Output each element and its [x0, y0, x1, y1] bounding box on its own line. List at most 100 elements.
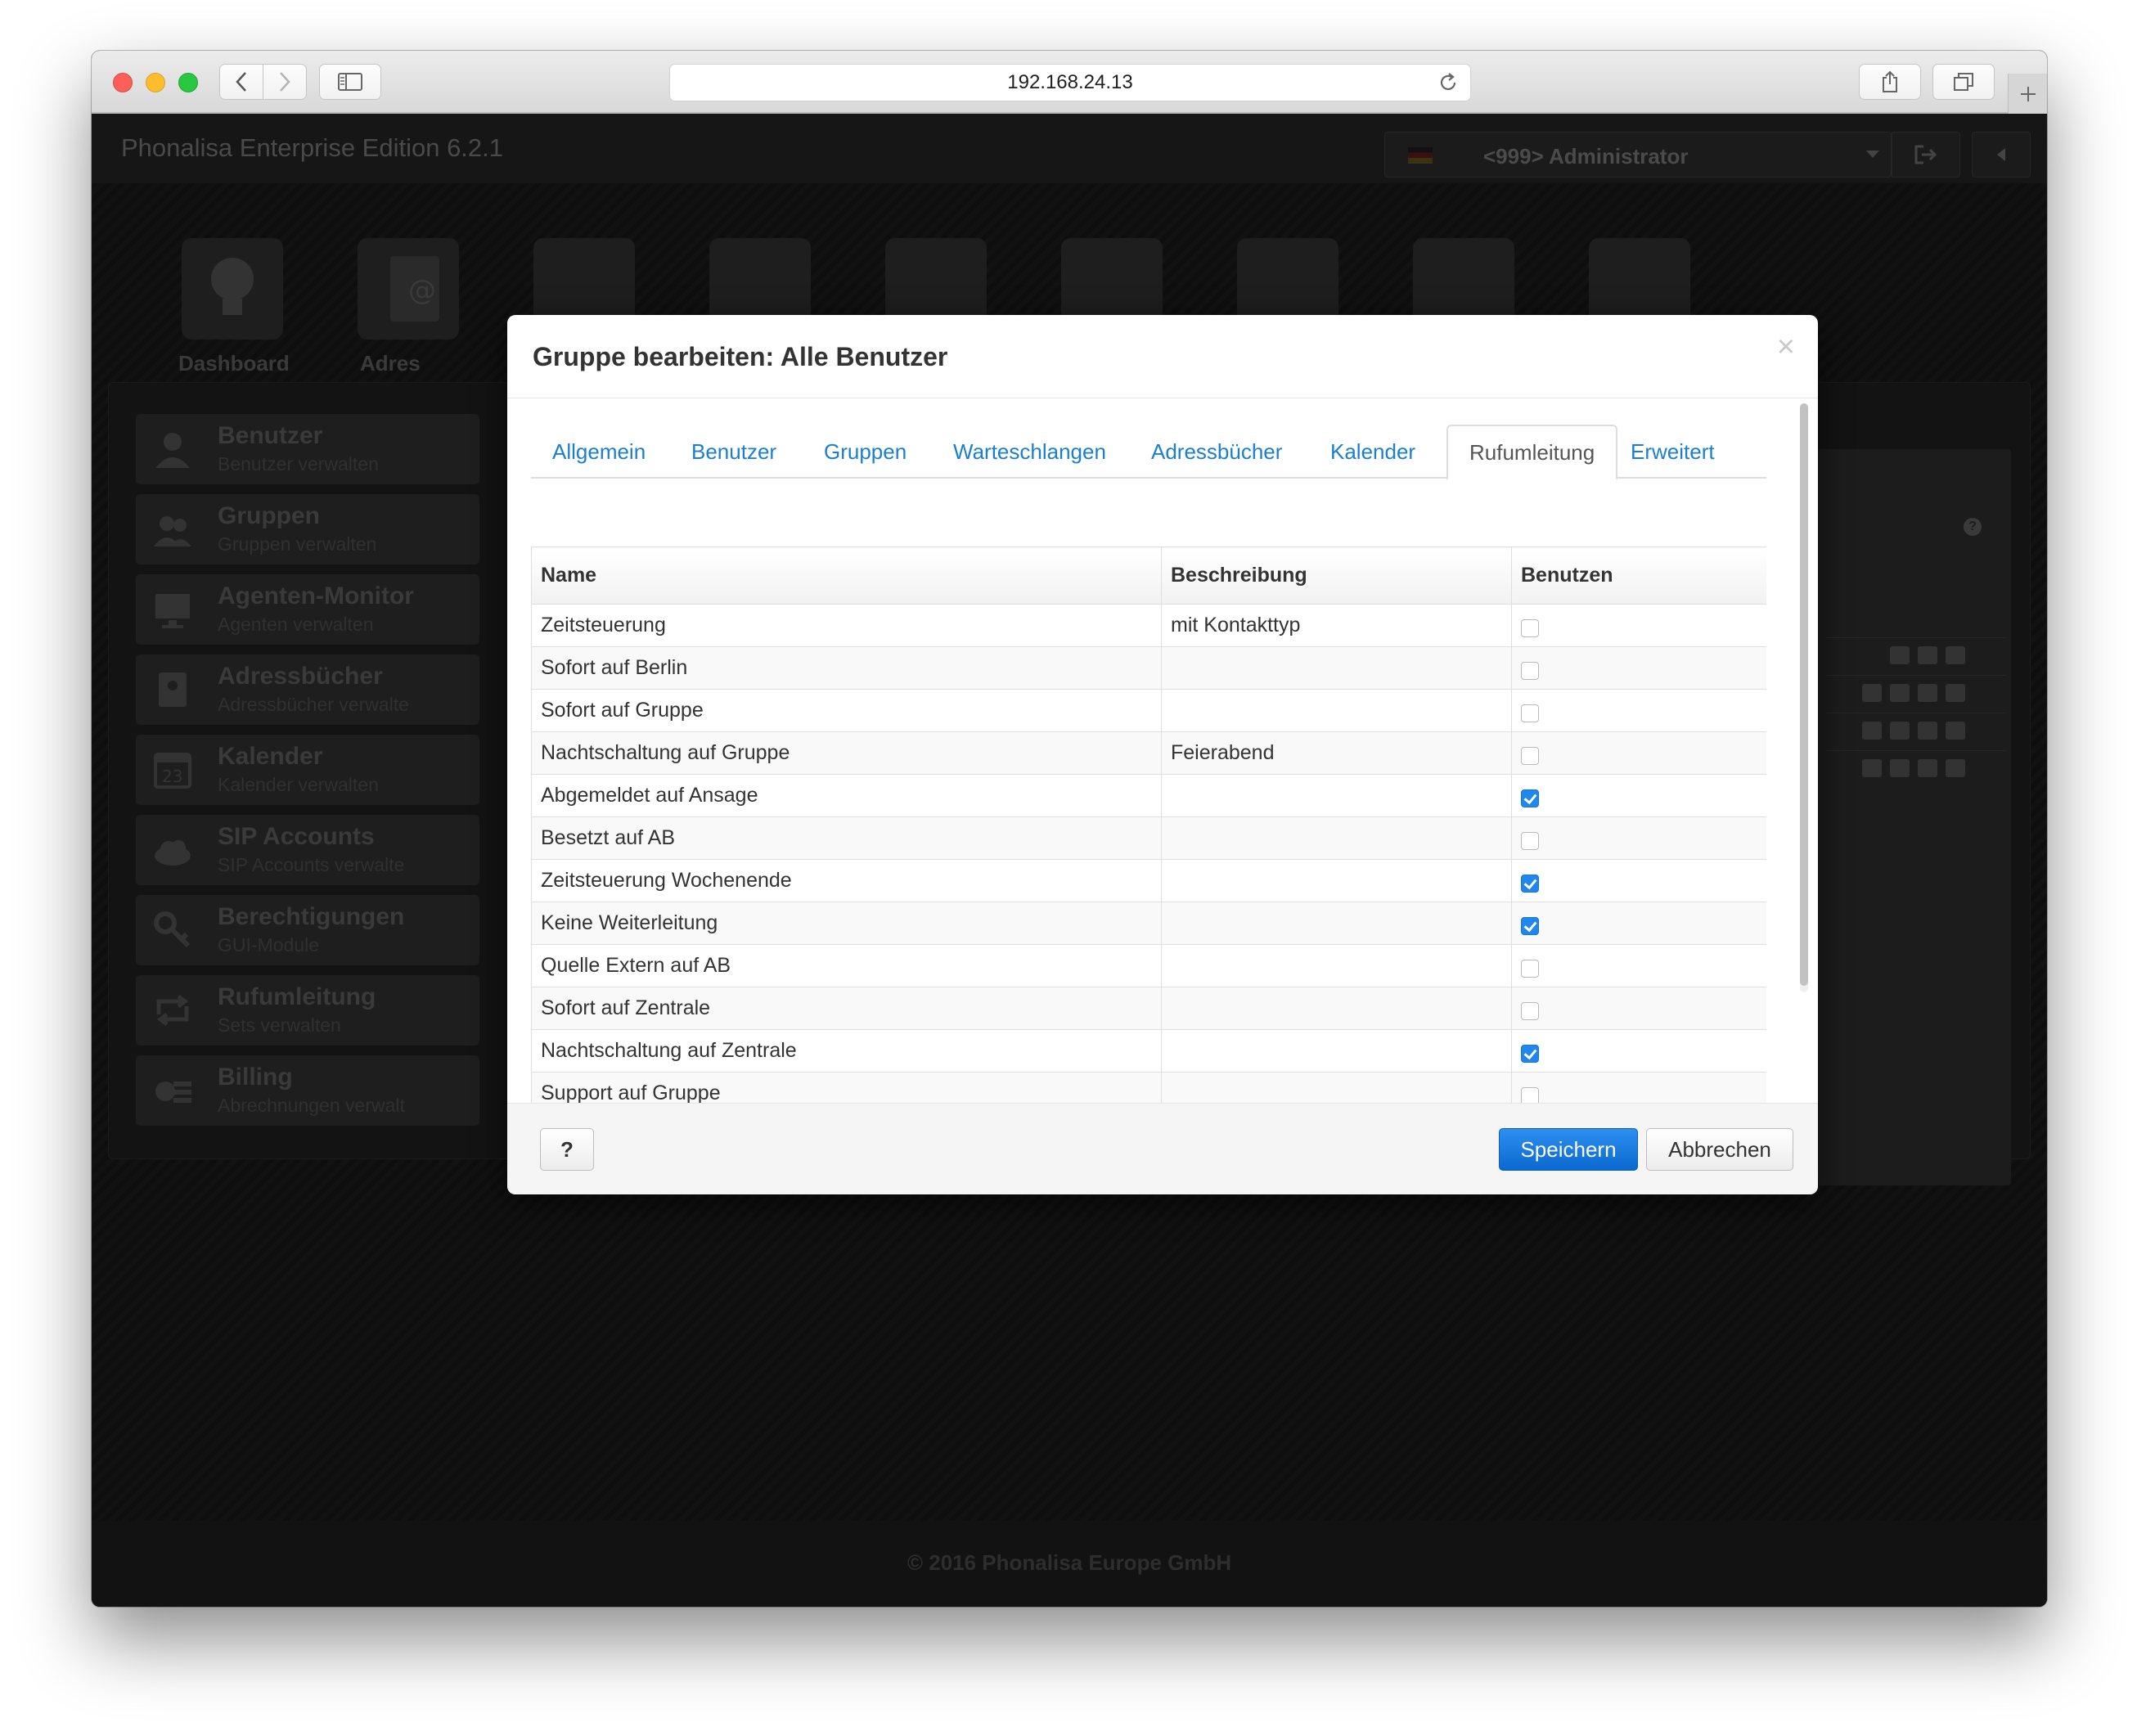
calendar-day: 23	[162, 767, 182, 786]
sidebar-title: Kalender	[218, 743, 323, 770]
trash-icon[interactable]	[1946, 759, 1965, 777]
sidebar-item-gruppen[interactable]: Gruppen Gruppen verwalten	[136, 494, 479, 564]
sidebar-item-berechtigungen[interactable]: Berechtigungen GUI-Module	[136, 895, 479, 965]
sidebar-item-kalender[interactable]: 23 Kalender Kalender verwalten	[136, 735, 479, 805]
sidebar-title: Billing	[218, 1064, 293, 1091]
column-header-name[interactable]: Name	[531, 546, 1162, 605]
scrollbar-thumb[interactable]	[1800, 403, 1808, 986]
users-icon[interactable]	[1890, 722, 1910, 740]
save-button[interactable]: Speichern	[1499, 1128, 1638, 1171]
row-name: Sofort auf Zentrale	[531, 987, 1162, 1030]
use-checkbox[interactable]	[1521, 747, 1539, 766]
close-window-button[interactable]	[113, 73, 133, 92]
caret-down-icon	[1866, 151, 1879, 158]
tab-benutzer[interactable]: Benutzer	[670, 425, 798, 479]
sidebar-item-rufumleitung[interactable]: Rufumleitung Sets verwalten	[136, 975, 479, 1046]
tile-label-dashboard: Dashboard	[178, 351, 290, 376]
use-checkbox[interactable]	[1521, 619, 1539, 638]
row-name: Zeitsteuerung Wochenende	[531, 859, 1162, 902]
row-use-cell	[1511, 604, 1766, 647]
chevron-left-icon	[236, 72, 246, 92]
collapse-button[interactable]	[1972, 132, 2031, 178]
use-checkbox[interactable]	[1521, 1045, 1539, 1064]
zoom-window-button[interactable]	[178, 73, 198, 92]
row-use-cell	[1511, 816, 1766, 860]
trash-icon[interactable]	[1946, 684, 1965, 702]
tab-rufumleitung[interactable]: Rufumleitung	[1446, 425, 1618, 480]
url-text: 192.168.24.13	[1007, 71, 1133, 93]
back-button[interactable]	[219, 64, 263, 100]
row-name: Abgemeldet auf Ansage	[531, 774, 1162, 817]
users-icon[interactable]	[1890, 759, 1910, 777]
use-checkbox[interactable]	[1521, 662, 1539, 681]
monitor-icon	[155, 594, 190, 628]
new-tab-button[interactable]	[2008, 74, 2047, 114]
tab-allgemein[interactable]: Allgemein	[531, 425, 667, 479]
use-checkbox[interactable]	[1521, 875, 1539, 893]
trash-icon[interactable]	[1946, 722, 1965, 740]
use-checkbox[interactable]	[1521, 832, 1539, 851]
close-icon[interactable]: ×	[1777, 331, 1795, 362]
align-icon[interactable]	[1862, 684, 1882, 702]
address-book-icon	[159, 672, 187, 707]
table-row: Besetzt auf AB	[531, 816, 1766, 860]
pencil-icon[interactable]	[1918, 759, 1937, 777]
align-icon[interactable]	[1890, 646, 1910, 664]
use-checkbox[interactable]	[1521, 960, 1539, 978]
tab-gruppen[interactable]: Gruppen	[803, 425, 928, 479]
forward-button[interactable]	[263, 64, 307, 100]
pencil-icon[interactable]	[1946, 646, 1965, 664]
tab-erweitert[interactable]: Erweitert	[1609, 425, 1736, 479]
use-checkbox[interactable]	[1521, 789, 1539, 808]
users-icon[interactable]	[1918, 646, 1937, 664]
help-button[interactable]: ?	[540, 1128, 594, 1171]
users-icon[interactable]	[1890, 684, 1910, 702]
row-description	[1161, 987, 1512, 1030]
minimize-window-button[interactable]	[146, 73, 165, 92]
pencil-icon[interactable]	[1918, 684, 1937, 702]
row-use-cell	[1511, 987, 1766, 1030]
sidebar-item-sip-accounts[interactable]: SIP Accounts SIP Accounts verwalte	[136, 815, 479, 885]
row-use-cell	[1511, 944, 1766, 987]
pencil-icon[interactable]	[1918, 722, 1937, 740]
help-circle-icon[interactable]: ?	[1964, 518, 1982, 536]
sidebar-title: Benutzer	[218, 422, 323, 449]
flag-icon	[1408, 147, 1433, 164]
sidebar-toggle-button[interactable]	[319, 64, 381, 100]
column-header-benutzen[interactable]: Benutzen	[1511, 546, 1766, 605]
user-select[interactable]: <999> Administrator	[1384, 132, 1892, 178]
tab-kalender[interactable]: Kalender	[1309, 425, 1437, 479]
sidebar-item-billing[interactable]: Billing Abrechnungen verwalt	[136, 1055, 479, 1126]
use-checkbox[interactable]	[1521, 917, 1539, 936]
row-name: Support auf Gruppe	[531, 1072, 1162, 1103]
use-checkbox[interactable]	[1521, 704, 1539, 723]
user-name: <999> Administrator	[1483, 144, 1689, 169]
sidebar-item-agenten-monitor[interactable]: Agenten-Monitor Agenten verwalten	[136, 574, 479, 645]
tile-address[interactable]: @	[358, 238, 459, 340]
row-description	[1161, 774, 1512, 817]
tab-adressbuecher[interactable]: Adressbücher	[1130, 425, 1303, 479]
browser-window: 192.168.24.13 Phonalisa Enterprise Editi…	[92, 51, 2047, 1607]
table-row: Zeitsteuerung mit Kontakttyp	[531, 604, 1766, 647]
row-description	[1161, 859, 1512, 902]
lightbulb-icon	[211, 258, 254, 315]
tab-warteschlangen[interactable]: Warteschlangen	[932, 425, 1127, 479]
sidebar-title: SIP Accounts	[218, 823, 375, 850]
align-icon[interactable]	[1862, 759, 1882, 777]
show-tabs-button[interactable]	[1932, 64, 1995, 100]
use-checkbox[interactable]	[1521, 1002, 1539, 1021]
tile-dashboard[interactable]	[182, 238, 283, 340]
reload-icon[interactable]	[1437, 72, 1459, 93]
column-header-beschreibung[interactable]: Beschreibung	[1161, 546, 1512, 605]
sidebar-subtitle: SIP Accounts verwalte	[218, 854, 405, 875]
share-button[interactable]	[1859, 64, 1921, 100]
sidebar-item-benutzer[interactable]: Benutzer Benutzer verwalten	[136, 414, 479, 484]
use-checkbox[interactable]	[1521, 1087, 1539, 1103]
row-name: Zeitsteuerung	[531, 604, 1162, 647]
sidebar-item-adressbuecher[interactable]: Adressbücher Adressbücher verwalte	[136, 654, 479, 725]
row-description	[1161, 646, 1512, 690]
address-bar[interactable]: 192.168.24.13	[669, 64, 1471, 101]
logout-button[interactable]	[1892, 132, 1960, 178]
align-icon[interactable]	[1862, 722, 1882, 740]
cancel-button[interactable]: Abbrechen	[1646, 1128, 1793, 1171]
